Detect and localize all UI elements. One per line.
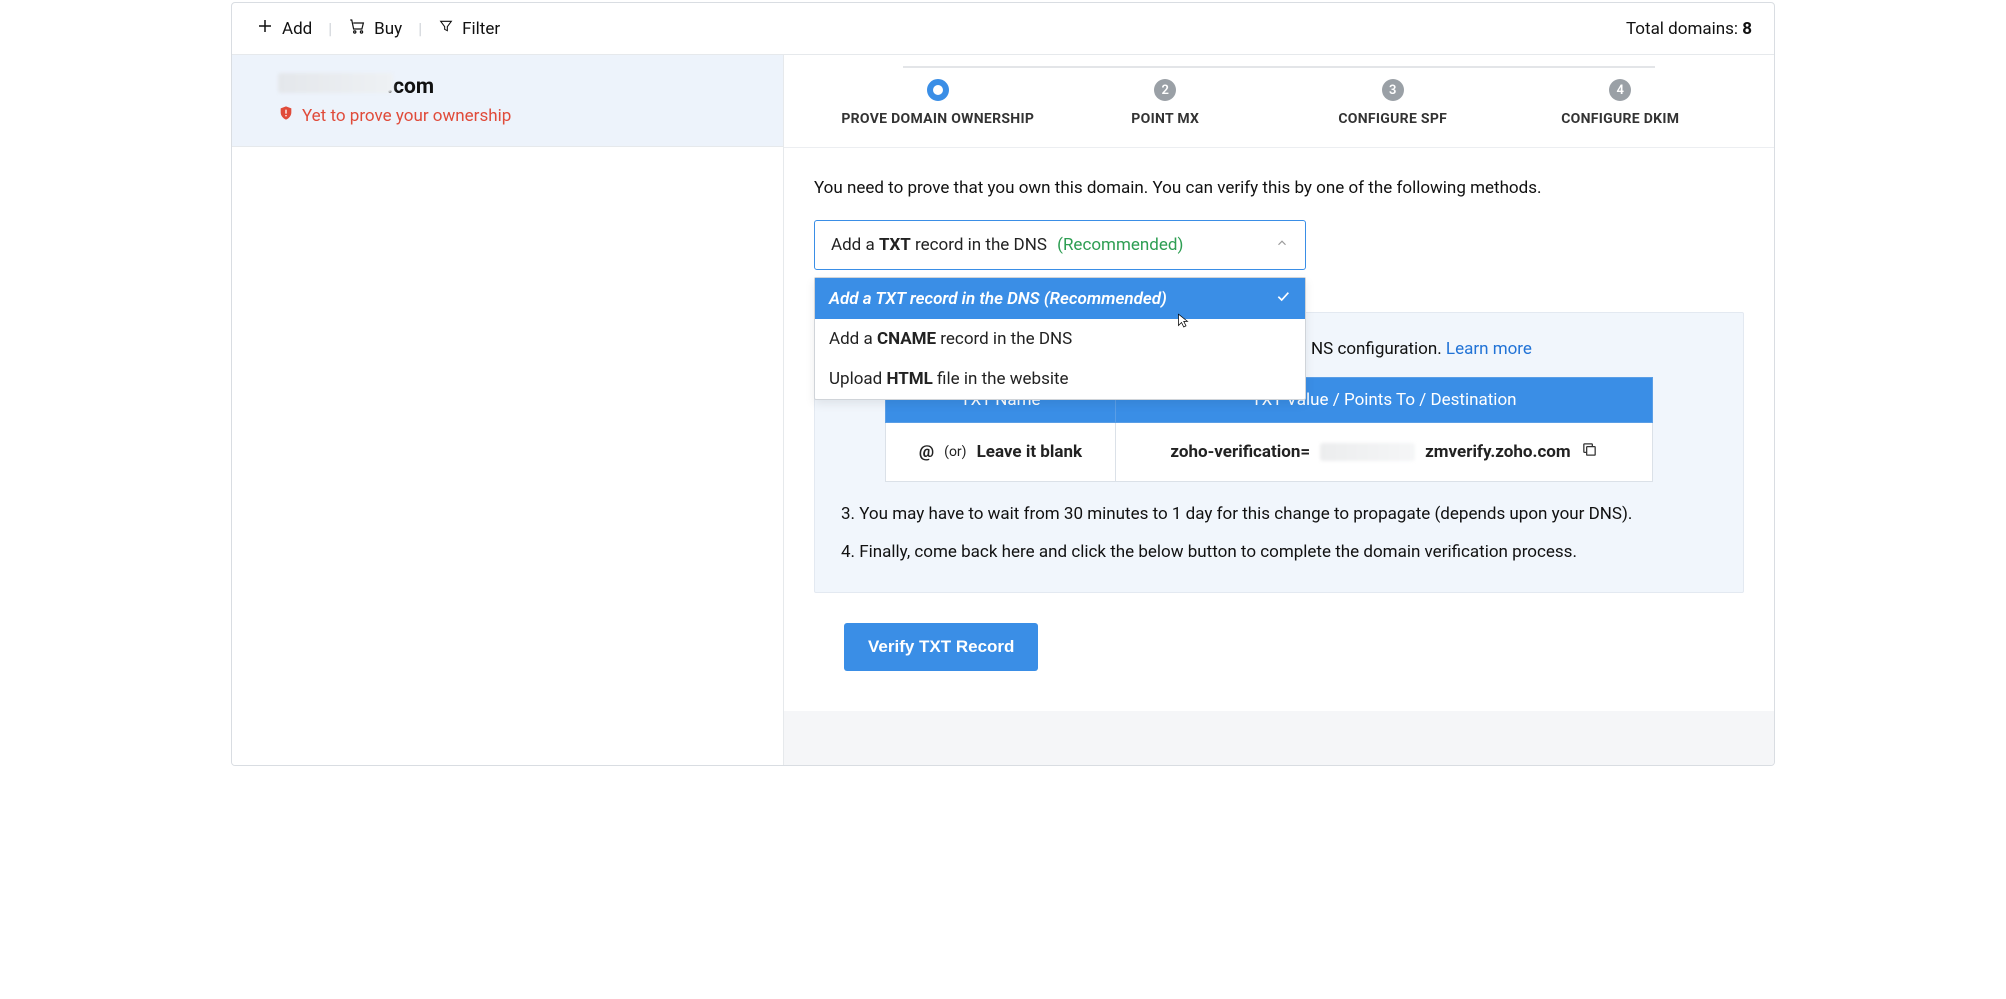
- toolbar-separator: |: [328, 19, 332, 38]
- step-circle: 2: [1154, 79, 1176, 101]
- step2-text: NS configuration.: [1311, 339, 1446, 359]
- stepper-track: [903, 66, 1655, 68]
- sidebar: .com Yet to prove your ownership: [232, 55, 783, 765]
- step-configure-dkim[interactable]: 4 CONFIGURE DKIM: [1507, 79, 1735, 127]
- dd-recommended: (Recommended): [1057, 235, 1183, 255]
- step-label: CONFIGURE DKIM: [1561, 111, 1679, 127]
- step-circle-active: [927, 79, 949, 101]
- dropdown-menu: Add a TXT record in the DNS (Recommended…: [814, 277, 1306, 400]
- panel: You need to prove that you own this doma…: [784, 147, 1774, 711]
- domain-name-redacted: [278, 73, 393, 93]
- learn-more-link[interactable]: Learn more: [1446, 339, 1532, 359]
- table-row: @ (or) Leave it blank zoho-verification=…: [886, 423, 1653, 482]
- verification-method-dropdown: Add a TXT record in the DNS (Recommended…: [814, 220, 1306, 270]
- domain-suffix: .com: [387, 75, 434, 99]
- dropdown-option-html[interactable]: Upload HTML file in the website: [815, 359, 1305, 399]
- dd-option-text: Upload HTML file in the website: [829, 369, 1069, 389]
- txt-name-blank: Leave it blank: [977, 442, 1083, 462]
- step-label: CONFIGURE SPF: [1338, 111, 1447, 127]
- step-point-mx[interactable]: 2 POINT MX: [1052, 79, 1280, 127]
- filter-label: Filter: [462, 19, 500, 39]
- buy-button[interactable]: Buy: [346, 13, 404, 44]
- domain-status: Yet to prove your ownership: [278, 105, 759, 126]
- chevron-up-icon: [1275, 235, 1289, 255]
- buy-label: Buy: [374, 19, 402, 39]
- td-txt-name: @ (or) Leave it blank: [886, 423, 1116, 482]
- filter-icon: [438, 18, 454, 39]
- dd-text-pre: Add a: [831, 235, 879, 255]
- copy-icon[interactable]: [1581, 441, 1598, 463]
- check-icon: [1275, 288, 1291, 309]
- instruction-step3: 3. You may have to wait from 30 minutes …: [841, 504, 1717, 524]
- verify-txt-button[interactable]: Verify TXT Record: [844, 623, 1038, 671]
- cart-icon: [348, 17, 366, 40]
- dd-option-text: Add a CNAME record in the DNS: [829, 329, 1072, 349]
- toolbar-left: Add | Buy | Filter: [254, 13, 502, 44]
- toolbar-separator: |: [418, 19, 422, 38]
- total-domains-count: 8: [1742, 19, 1752, 39]
- filter-button[interactable]: Filter: [436, 14, 502, 43]
- txt-value-suffix: zmverify.zoho.com: [1425, 442, 1570, 462]
- plus-icon: [256, 17, 274, 40]
- td-txt-value: zoho-verification= zmverify.zoho.com: [1116, 423, 1653, 482]
- txt-name-or: (or): [944, 444, 966, 460]
- stepper: PROVE DOMAIN OWNERSHIP 2 POINT MX 3 CONF…: [784, 55, 1774, 147]
- step-label: POINT MX: [1131, 111, 1199, 127]
- dropdown-option-txt[interactable]: Add a TXT record in the DNS (Recommended…: [815, 278, 1305, 319]
- app-frame: Add | Buy | Filter Total domains: 8: [231, 2, 1775, 766]
- txt-value-prefix: zoho-verification=: [1170, 442, 1310, 462]
- shield-alert-icon: [278, 105, 294, 126]
- dd-text-bold: TXT: [879, 235, 911, 255]
- instruction-step4: 4. Finally, come back here and click the…: [841, 542, 1717, 562]
- add-button[interactable]: Add: [254, 13, 314, 44]
- step-configure-spf[interactable]: 3 CONFIGURE SPF: [1279, 79, 1507, 127]
- domain-title: .com: [278, 73, 759, 99]
- dd-option-text: Add a TXT record in the DNS (Recommended…: [829, 289, 1167, 309]
- txt-name-at: @: [919, 442, 934, 462]
- add-label: Add: [282, 19, 312, 39]
- txt-value-redacted: [1320, 443, 1415, 461]
- domain-card[interactable]: .com Yet to prove your ownership: [232, 55, 783, 147]
- content: PROVE DOMAIN OWNERSHIP 2 POINT MX 3 CONF…: [783, 55, 1774, 765]
- step-prove-ownership[interactable]: PROVE DOMAIN OWNERSHIP: [824, 79, 1052, 127]
- total-domains: Total domains: 8: [1626, 19, 1752, 39]
- intro-text: You need to prove that you own this doma…: [814, 178, 1744, 198]
- main: .com Yet to prove your ownership PROVE D…: [232, 55, 1774, 765]
- step-circle: 4: [1609, 79, 1631, 101]
- step-label: PROVE DOMAIN OWNERSHIP: [841, 111, 1034, 127]
- dropdown-trigger-text: Add a TXT record in the DNS (Recommended…: [831, 235, 1183, 255]
- toolbar: Add | Buy | Filter Total domains: 8: [232, 3, 1774, 55]
- total-domains-label: Total domains:: [1626, 19, 1738, 39]
- step-circle: 3: [1382, 79, 1404, 101]
- domain-status-text: Yet to prove your ownership: [302, 106, 511, 126]
- dropdown-trigger[interactable]: Add a TXT record in the DNS (Recommended…: [814, 220, 1306, 270]
- dropdown-option-cname[interactable]: Add a CNAME record in the DNS: [815, 319, 1305, 359]
- dd-text-post: record in the DNS: [911, 235, 1047, 255]
